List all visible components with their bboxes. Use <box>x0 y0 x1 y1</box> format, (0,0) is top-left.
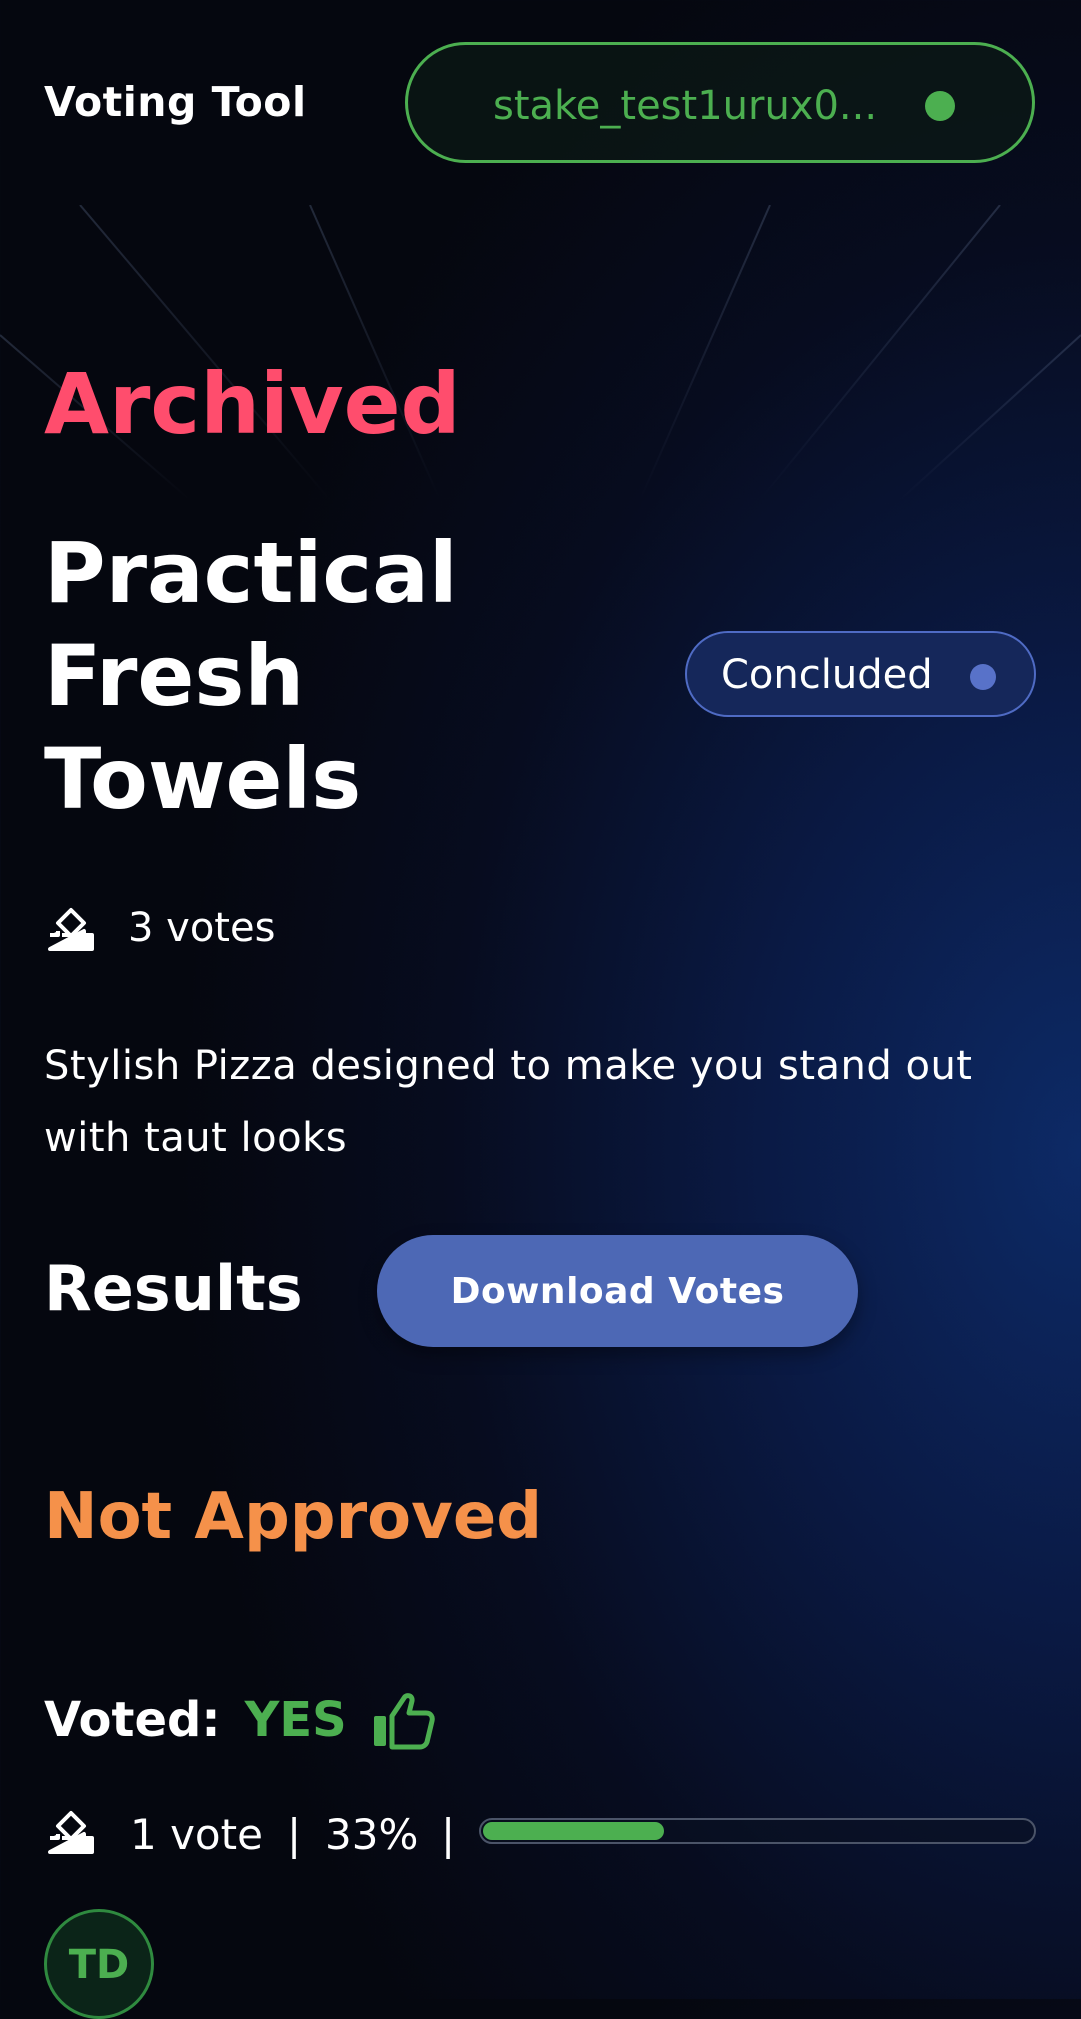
proposal-description: Stylish Pizza designed to make you stand… <box>44 1043 973 1161</box>
archived-label: Archived <box>44 355 461 453</box>
ballot-box-icon <box>44 1804 98 1862</box>
result-outcome: Not Approved <box>44 1480 543 1554</box>
thumbs-up-icon <box>371 1690 435 1750</box>
status-dot-icon <box>970 664 996 690</box>
status-label: Concluded <box>721 652 933 698</box>
votes-summary: 3 votes <box>44 898 275 958</box>
proposal-title-line: Fresh <box>44 627 305 725</box>
status-badge: Concluded <box>685 631 1036 717</box>
vote-progress-bar <box>479 1818 1036 1844</box>
vote-percent: 33% <box>325 1810 419 1859</box>
wallet-address: stake_test1urux0... <box>493 83 878 129</box>
wallet-connect-button[interactable]: stake_test1urux0... <box>405 42 1035 163</box>
results-heading: Results <box>44 1252 303 1325</box>
separator: | <box>287 1810 302 1859</box>
separator: | <box>441 1810 456 1859</box>
voted-option: YES <box>244 1692 347 1748</box>
connection-status-dot-icon <box>925 91 955 121</box>
proposal-title: Practical Fresh Towels <box>44 522 604 831</box>
top-bar: Voting Tool stake_test1urux0... <box>0 0 1081 205</box>
avatar[interactable]: TD <box>44 1909 154 2019</box>
vote-tally-row: 1 vote | 33% | <box>44 1804 1036 1864</box>
votes-count: 3 votes <box>128 905 276 951</box>
avatar-initials: TD <box>68 1942 130 1988</box>
ballot-box-icon <box>44 901 98 955</box>
voted-option-row: Voted: YES <box>44 1690 435 1750</box>
proposal-title-line: Practical <box>44 524 458 622</box>
app-title: Voting Tool <box>44 78 307 126</box>
proposal-title-line: Towels <box>44 730 362 828</box>
background-grid <box>0 205 1081 500</box>
download-votes-button[interactable]: Download Votes <box>377 1235 858 1347</box>
vote-progress-fill <box>483 1822 664 1840</box>
voted-label: Voted: <box>44 1692 221 1748</box>
vote-count: 1 vote <box>130 1810 263 1859</box>
